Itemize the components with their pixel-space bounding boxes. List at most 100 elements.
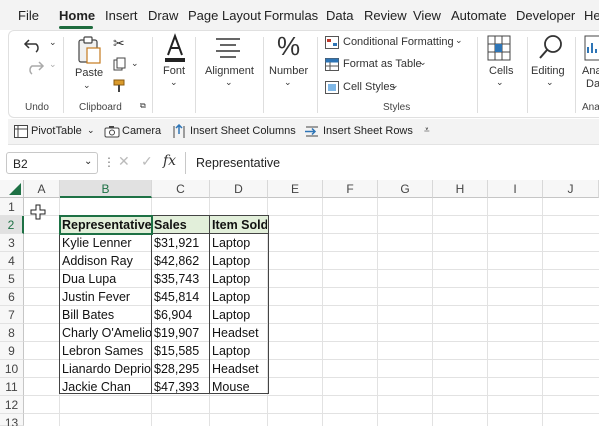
menu-file[interactable]: File <box>18 8 39 23</box>
column-header-i[interactable]: I <box>488 180 543 198</box>
insert-sheet-columns-button[interactable]: Insert Sheet Columns <box>190 125 296 137</box>
search-icon[interactable] <box>537 33 565 61</box>
table-cell[interactable]: Dua Lupa <box>60 270 151 288</box>
table-cell[interactable]: Headset <box>210 324 267 342</box>
row-header-1[interactable]: 1 <box>0 198 24 216</box>
table-cell[interactable]: Headset <box>210 360 267 378</box>
table-cell[interactable]: $28,295 <box>152 360 209 378</box>
table-cell[interactable]: $6,904 <box>152 306 209 324</box>
table-cell[interactable]: $47,393 <box>152 378 209 396</box>
paste-label[interactable]: Paste <box>75 67 103 79</box>
table-cell[interactable]: $15,585 <box>152 342 209 360</box>
name-box-dropdown-icon[interactable]: ⌄ <box>84 156 92 167</box>
row-header-4[interactable]: 4 <box>0 252 24 270</box>
cancel-icon[interactable]: ✕ <box>118 153 130 170</box>
conditional-formatting-button[interactable]: Conditional Formatting <box>343 36 454 48</box>
row-header-8[interactable]: 8 <box>0 324 24 342</box>
table-cell[interactable]: Laptop <box>210 234 267 252</box>
undo-dropdown-icon[interactable]: ⌄ <box>49 37 57 48</box>
row-header-9[interactable]: 9 <box>0 342 24 360</box>
menu-view[interactable]: View <box>413 8 441 23</box>
table-cell[interactable]: Justin Fever <box>60 288 151 306</box>
insert-sheet-columns-icon[interactable] <box>171 124 187 139</box>
camera-button[interactable]: Camera <box>122 125 161 137</box>
cells-icon[interactable] <box>487 35 511 61</box>
table-cell[interactable]: Charly O'Amelio <box>60 324 151 342</box>
analyze-data-label-1[interactable]: Ana <box>582 65 599 77</box>
table-cell[interactable]: Addison Ray <box>60 252 151 270</box>
table-cell[interactable]: Laptop <box>210 252 267 270</box>
conditional-formatting-dropdown-icon[interactable]: ⌄ <box>455 35 463 46</box>
table-cell[interactable]: $35,743 <box>152 270 209 288</box>
pivot-table-icon[interactable] <box>14 125 28 138</box>
menu-help[interactable]: Help <box>584 8 599 23</box>
table-cell[interactable]: Kylie Lenner <box>60 234 151 252</box>
menu-draw[interactable]: Draw <box>148 8 178 23</box>
undo-icon[interactable] <box>23 35 45 53</box>
menu-formulas[interactable]: Formulas <box>264 8 318 23</box>
analyze-data-icon[interactable] <box>584 35 599 61</box>
font-label[interactable]: Font <box>163 65 185 77</box>
menu-home[interactable]: Home <box>59 8 95 23</box>
conditional-formatting-icon[interactable] <box>325 36 339 49</box>
table-cell[interactable]: Laptop <box>210 270 267 288</box>
copy-icon[interactable] <box>113 57 127 71</box>
table-cell[interactable]: $45,814 <box>152 288 209 306</box>
format-as-table-icon[interactable] <box>325 58 339 71</box>
table-cell[interactable]: Laptop <box>210 306 267 324</box>
analyze-data-label-2[interactable]: Da <box>586 78 599 90</box>
column-header-j[interactable]: J <box>543 180 599 198</box>
row-header-12[interactable]: 12 <box>0 396 24 414</box>
number-percent-icon[interactable]: % <box>277 31 300 62</box>
paste-dropdown-icon[interactable]: ⌄ <box>83 80 91 91</box>
menu-insert[interactable]: Insert <box>105 8 138 23</box>
table-cell[interactable]: Bill Bates <box>60 306 151 324</box>
format-as-table-button[interactable]: Format as Table <box>343 58 422 70</box>
paste-icon[interactable] <box>75 35 103 65</box>
table-cell[interactable]: Laptop <box>210 288 267 306</box>
table-cell[interactable]: Lebron Sames <box>60 342 151 360</box>
redo-icon[interactable] <box>23 57 45 75</box>
table-cell[interactable]: Lianardo Deprio <box>60 360 151 378</box>
table-cell[interactable]: $19,907 <box>152 324 209 342</box>
table-header-item-sold[interactable]: Item Sold <box>210 216 267 234</box>
row-header-7[interactable]: 7 <box>0 306 24 324</box>
column-header-c[interactable]: C <box>152 180 210 198</box>
table-cell[interactable]: $42,862 <box>152 252 209 270</box>
column-header-a[interactable]: A <box>24 180 60 198</box>
cells-label[interactable]: Cells <box>489 65 513 77</box>
menu-automate[interactable]: Automate <box>451 8 507 23</box>
menu-review[interactable]: Review <box>364 8 407 23</box>
format-painter-icon[interactable] <box>113 79 127 93</box>
column-header-g[interactable]: G <box>378 180 433 198</box>
column-header-d[interactable]: D <box>210 180 268 198</box>
cell-styles-dropdown-icon[interactable]: ⌄ <box>391 80 399 91</box>
format-as-table-dropdown-icon[interactable]: ⌄ <box>419 57 427 68</box>
name-box[interactable]: B2 ⌄ <box>6 152 98 174</box>
editing-dropdown-icon[interactable]: ⌄ <box>546 77 554 88</box>
cell-styles-button[interactable]: Cell Styles <box>343 81 395 93</box>
row-header-5[interactable]: 5 <box>0 270 24 288</box>
menu-data[interactable]: Data <box>326 8 353 23</box>
insert-function-icon[interactable]: fx <box>163 153 176 169</box>
column-header-h[interactable]: H <box>433 180 488 198</box>
enter-icon[interactable]: ✓ <box>141 153 153 170</box>
cells-dropdown-icon[interactable]: ⌄ <box>496 77 504 88</box>
insert-sheet-rows-button[interactable]: Insert Sheet Rows <box>323 125 413 137</box>
row-header-2[interactable]: 2 <box>0 216 24 234</box>
column-header-f[interactable]: F <box>323 180 378 198</box>
table-cell[interactable]: $31,921 <box>152 234 209 252</box>
row-header-3[interactable]: 3 <box>0 234 24 252</box>
menu-developer[interactable]: Developer <box>516 8 575 23</box>
alignment-icon[interactable] <box>215 37 241 59</box>
editing-label[interactable]: Editing <box>531 65 565 77</box>
cut-icon[interactable]: ✂ <box>113 35 125 52</box>
column-header-b[interactable]: B <box>60 180 152 198</box>
clipboard-launcher-icon[interactable]: ⧉ <box>140 101 146 111</box>
font-icon[interactable] <box>163 33 187 63</box>
insert-sheet-rows-icon[interactable] <box>304 124 320 139</box>
pivot-table-button[interactable]: PivotTable <box>31 125 82 137</box>
column-header-e[interactable]: E <box>268 180 323 198</box>
row-header-6[interactable]: 6 <box>0 288 24 306</box>
cell-styles-icon[interactable] <box>325 81 339 94</box>
